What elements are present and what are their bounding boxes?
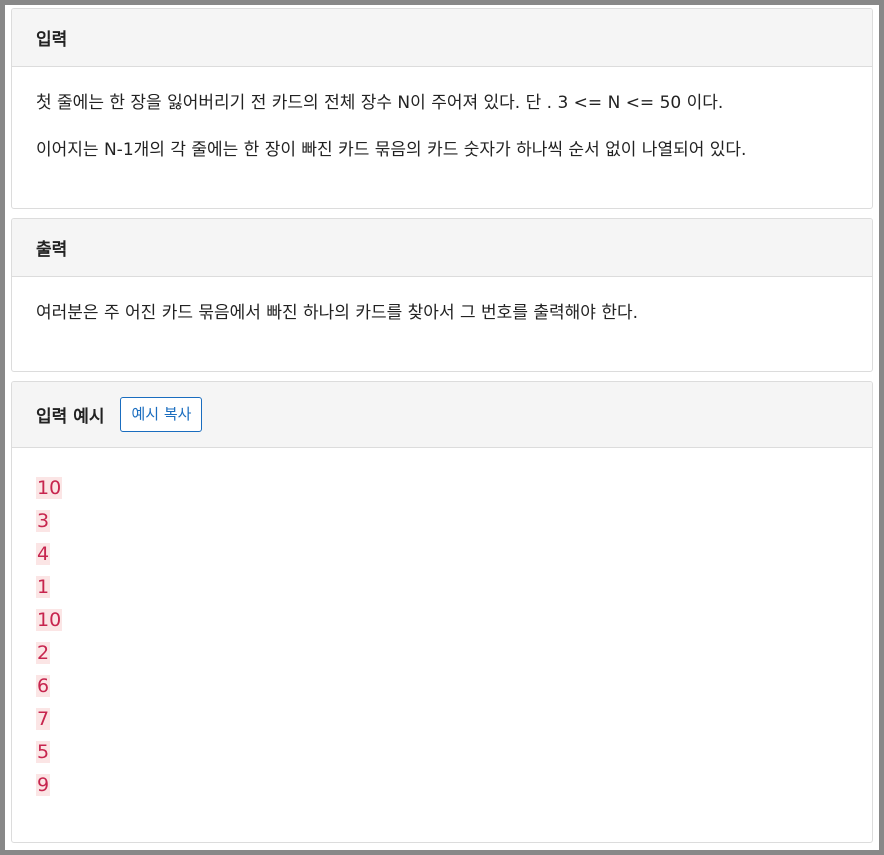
sample-input-line: 9 xyxy=(36,774,848,808)
output-panel-heading: 출력 xyxy=(12,219,872,277)
output-panel: 출력 여러분은 주 어진 카드 묶음에서 빠진 하나의 카드를 찾아서 그 번호… xyxy=(11,218,873,372)
sample-input-line: 6 xyxy=(36,675,848,709)
sample-input-line: 10 xyxy=(36,609,848,643)
sample-input-value: 5 xyxy=(36,741,51,763)
sample-input-value: 7 xyxy=(36,708,51,730)
sample-input-panel: 입력 예시 예시 복사 10 3 4 1 10 2 6 7 5 9 xyxy=(11,381,873,843)
sample-input-title: 입력 예시 xyxy=(36,407,105,427)
input-panel-body: 첫 줄에는 한 장을 잃어버리기 전 카드의 전체 장수 N이 주어져 있다. … xyxy=(12,91,872,163)
sample-input-line: 5 xyxy=(36,741,848,775)
sample-input-value: 10 xyxy=(36,609,63,631)
input-description-line: 첫 줄에는 한 장을 잃어버리기 전 카드의 전체 장수 N이 주어져 있다. … xyxy=(36,93,724,113)
input-panel-title: 입력 xyxy=(36,30,68,50)
input-panel-heading: 입력 xyxy=(12,9,872,67)
sample-input-value: 6 xyxy=(36,675,51,697)
sample-input-value: 10 xyxy=(36,477,63,499)
output-description-line: 여러분은 주 어진 카드 묶음에서 빠진 하나의 카드를 찾아서 그 번호를 출… xyxy=(36,303,639,323)
sample-input-value: 1 xyxy=(36,576,51,598)
sample-input-value: 9 xyxy=(36,774,51,796)
sample-input-body: 10 3 4 1 10 2 6 7 5 9 xyxy=(12,448,872,808)
copy-sample-button[interactable]: 예시 복사 xyxy=(120,397,203,432)
sample-input-value: 4 xyxy=(36,543,51,565)
sample-input-line: 10 xyxy=(36,477,848,511)
sample-input-panel-heading: 입력 예시 예시 복사 xyxy=(12,382,872,448)
input-description-line: 이어지는 N-1개의 각 줄에는 한 장이 빠진 카드 묶음의 카드 숫자가 하… xyxy=(36,139,747,160)
input-panel: 입력 첫 줄에는 한 장을 잃어버리기 전 카드의 전체 장수 N이 주어져 있… xyxy=(11,8,873,209)
sample-input-line: 7 xyxy=(36,708,848,742)
output-panel-body: 여러분은 주 어진 카드 묶음에서 빠진 하나의 카드를 찾아서 그 번호를 출… xyxy=(12,301,872,327)
sample-input-value: 3 xyxy=(36,510,51,532)
sample-input-line: 2 xyxy=(36,642,848,676)
output-panel-title: 출력 xyxy=(36,240,68,260)
sample-input-value: 2 xyxy=(36,642,51,664)
sample-input-line: 4 xyxy=(36,543,848,577)
sample-input-line: 1 xyxy=(36,576,848,610)
sample-input-line: 3 xyxy=(36,510,848,544)
